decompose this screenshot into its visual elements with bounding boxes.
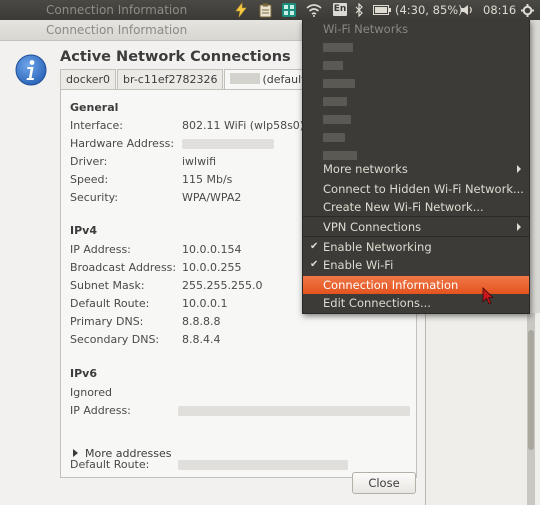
ipv6-status: Ignored xyxy=(70,386,112,399)
row-label: Security: xyxy=(70,191,119,204)
app-grid-icon[interactable] xyxy=(281,0,297,20)
wifi-network-item[interactable] xyxy=(323,43,353,52)
menu-item-label: Connect to Hidden Wi-Fi Network... xyxy=(323,182,524,196)
wifi-network-item[interactable] xyxy=(323,133,345,142)
keyboard-lang-icon[interactable]: En xyxy=(333,3,347,16)
background-scrollbar-thumb[interactable] xyxy=(528,330,534,450)
row-label: Default Route: xyxy=(70,297,150,310)
mouse-pointer-icon xyxy=(482,287,494,308)
row-label: IP Address: xyxy=(70,243,131,256)
row-label: Interface: xyxy=(70,119,123,132)
submenu-arrow-icon xyxy=(517,223,521,231)
bolt-icon[interactable] xyxy=(233,0,249,20)
page-title: Active Network Connections xyxy=(60,49,291,65)
check-icon: ✔ xyxy=(310,259,319,270)
check-icon: ✔ xyxy=(310,241,319,252)
row-label: Subnet Mask: xyxy=(70,279,145,292)
menu-item-label: Connection Information xyxy=(323,278,459,292)
menu-item-connect-hidden[interactable]: Connect to Hidden Wi-Fi Network... xyxy=(303,180,529,198)
row-value: 255.255.255.0 xyxy=(182,279,263,292)
section-title-general: General xyxy=(70,101,119,114)
menu-separator xyxy=(303,236,529,237)
row-label: Secondary DNS: xyxy=(70,333,160,346)
tab-label: br-c11ef2782326 xyxy=(123,73,218,86)
wifi-network-item[interactable] xyxy=(323,97,347,106)
redacted-hardware-address xyxy=(182,139,274,149)
row-label: Broadcast Address: xyxy=(70,261,177,274)
wifi-network-item[interactable] xyxy=(323,151,357,160)
gear-icon[interactable] xyxy=(519,0,535,20)
menu-item-label: Enable Networking xyxy=(323,240,432,254)
panel-app-title: Connection Information xyxy=(46,3,188,17)
section-title-ipv6: IPv6 xyxy=(70,367,97,380)
redacted-name xyxy=(230,73,261,84)
menu-item-label: Enable Wi-Fi xyxy=(323,258,394,272)
row-value: 8.8.8.8 xyxy=(182,315,221,328)
volume-icon[interactable] xyxy=(459,0,475,20)
expander-arrow-icon xyxy=(73,449,78,457)
menu-header-wifi-networks: Wi-Fi Networks xyxy=(323,22,409,36)
row-label: IP Address: xyxy=(70,404,131,417)
menu-item-label: Create New Wi-Fi Network... xyxy=(323,200,484,214)
close-button[interactable]: Close xyxy=(352,472,416,494)
redacted-ipv6-address xyxy=(178,406,410,416)
row-value: 10.0.0.154 xyxy=(182,243,242,256)
row-value: 10.0.0.1 xyxy=(182,297,228,310)
tab-docker0[interactable]: docker0 xyxy=(60,69,117,89)
wifi-network-item[interactable] xyxy=(323,61,343,70)
tab-label: docker0 xyxy=(66,73,111,86)
section-title-ipv4: IPv4 xyxy=(70,224,97,237)
row-value: WPA/WPA2 xyxy=(182,191,242,204)
wifi-network-item[interactable] xyxy=(323,79,355,88)
menu-item-vpn-connections[interactable]: VPN Connections xyxy=(303,218,529,236)
network-indicator-menu: Wi-Fi Networks More networks Connect to … xyxy=(302,20,530,314)
wifi-icon[interactable] xyxy=(305,0,323,20)
row-label: Primary DNS: xyxy=(70,315,144,328)
menu-separator xyxy=(303,216,529,217)
top-panel: Connection Information En (4:30, 85%) 08… xyxy=(0,0,540,20)
submenu-arrow-icon xyxy=(517,165,521,173)
menu-item-more-networks[interactable]: More networks xyxy=(303,160,529,178)
redacted-ipv6-route xyxy=(178,460,348,470)
connection-tabs: docker0 br-c11ef2782326 (default) xyxy=(60,69,317,89)
menu-item-edit-connections[interactable]: Edit Connections... xyxy=(303,294,529,312)
tab-bridge[interactable]: br-c11ef2782326 xyxy=(117,69,224,89)
info-icon xyxy=(15,54,47,86)
row-value: iwlwifi xyxy=(182,155,217,168)
battery-icon[interactable] xyxy=(372,0,392,20)
row-label: Default Route: xyxy=(70,458,150,471)
menu-item-enable-networking[interactable]: ✔ Enable Networking xyxy=(303,238,529,256)
dialog-title: Connection Information xyxy=(46,23,188,37)
row-value: 10.0.0.255 xyxy=(182,261,242,274)
row-label: Speed: xyxy=(70,173,109,186)
background-window xyxy=(425,313,540,505)
wifi-network-item[interactable] xyxy=(323,115,351,124)
row-label: Driver: xyxy=(70,155,108,168)
row-label: Hardware Address: xyxy=(70,137,175,150)
clipboard-icon[interactable] xyxy=(257,0,273,20)
menu-item-label: VPN Connections xyxy=(323,220,422,234)
battery-status[interactable]: (4:30, 85%) xyxy=(395,3,463,17)
bluetooth-icon[interactable] xyxy=(353,0,365,20)
row-value: 802.11 WiFi (wlp58s0) xyxy=(182,119,305,132)
menu-item-enable-wifi[interactable]: ✔ Enable Wi-Fi xyxy=(303,256,529,274)
row-value: 115 Mb/s xyxy=(182,173,233,186)
menu-item-label: More networks xyxy=(323,162,408,176)
menu-item-label: Edit Connections... xyxy=(323,296,431,310)
menu-item-create-network[interactable]: Create New Wi-Fi Network... xyxy=(303,198,529,216)
row-value: 8.8.4.4 xyxy=(182,333,221,346)
panel-clock[interactable]: 08:16 xyxy=(483,3,516,17)
menu-item-connection-information[interactable]: Connection Information xyxy=(303,276,529,294)
